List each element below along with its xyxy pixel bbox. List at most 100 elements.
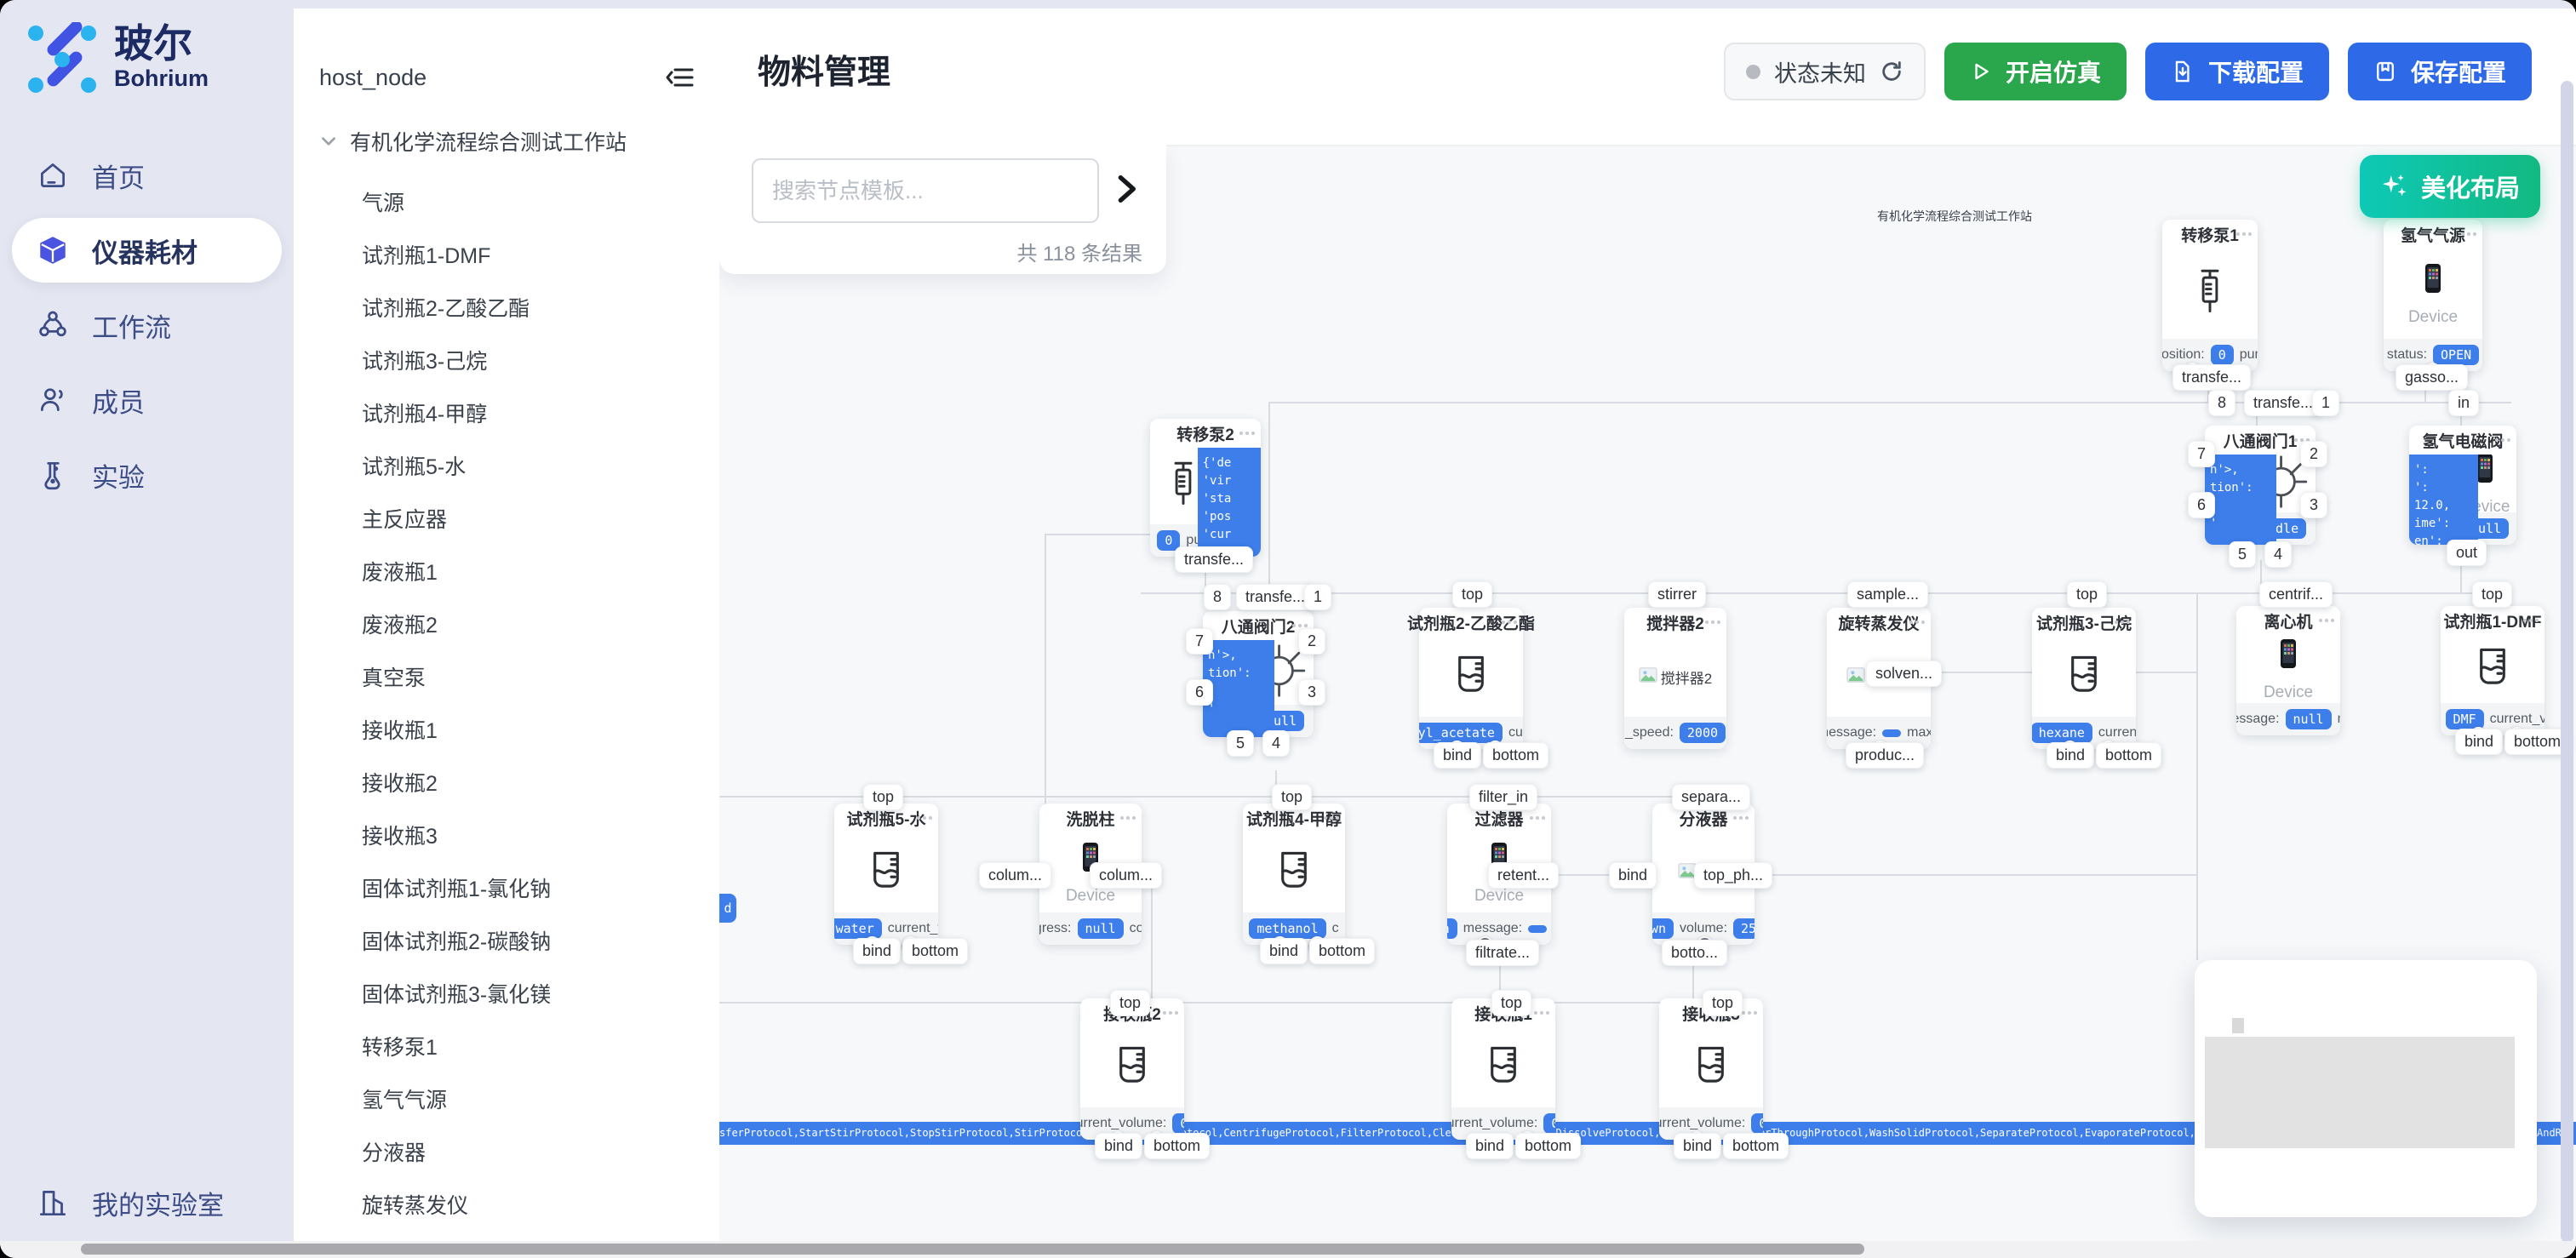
node-menu-icon[interactable] — [1742, 1011, 1757, 1015]
node-menu-icon[interactable] — [1534, 1011, 1549, 1015]
sidebar-item-my-lab[interactable]: 我的实验室 — [12, 1173, 282, 1232]
canvas-node-transfer-pump-2[interactable]: 转移泵20pump_info:{'de 'vir 'sta 'pos 'cur … — [1150, 419, 1261, 557]
port-label[interactable]: bottom — [1515, 1133, 1581, 1159]
canvas-node-hydrogen-gas-source[interactable]: 氢气气源Devicestatus:OPEN — [2384, 220, 2482, 371]
prop-value-pill[interactable]: wn — [1447, 918, 1457, 939]
port-label[interactable]: centrif... — [2259, 581, 2333, 608]
port-label[interactable]: 2 — [1298, 628, 1325, 655]
port-label[interactable]: 5 — [1227, 730, 1254, 757]
node-menu-icon[interactable] — [2319, 619, 2334, 622]
port-label[interactable]: 5 — [2229, 541, 2256, 568]
port-label[interactable]: retent... — [1488, 862, 1559, 889]
port-label[interactable]: bottom — [1723, 1133, 1789, 1159]
save-config-button[interactable]: 保存配置 — [2348, 43, 2532, 100]
prop-value-pill[interactable]: null — [1078, 918, 1124, 939]
port-label[interactable]: bind — [1434, 742, 1481, 769]
port-label[interactable]: top — [863, 784, 903, 810]
tree-root-item[interactable]: 有机化学流程综合测试工作站 — [319, 126, 627, 157]
port-label[interactable]: 7 — [1186, 628, 1213, 655]
canvas-node-eight-way-valve-1[interactable]: 八通阀门1status:Idlen'>, tion': ' — [2205, 426, 2316, 545]
canvas-node-eight-way-valve-2[interactable]: 八通阀门2status:nulln'>, tion': ' — [1203, 611, 1314, 737]
port-label[interactable]: out — [2447, 540, 2487, 566]
port-label[interactable]: bottom — [902, 938, 968, 964]
sidebar-item-experiments[interactable]: 实验 — [12, 443, 282, 507]
tree-item[interactable]: 接收瓶2 — [362, 756, 711, 809]
tree-item[interactable]: 试剂瓶2-乙酸乙酯 — [362, 281, 711, 334]
port-label[interactable]: bind — [1674, 1133, 1721, 1159]
tree-item[interactable]: 固体试剂瓶2-碳酸钠 — [362, 914, 711, 967]
port-label[interactable]: solven... — [1866, 660, 1942, 687]
prop-value-pill[interactable]: 250 — [1733, 918, 1755, 939]
port-label[interactable]: 1 — [1304, 584, 1331, 610]
port-label[interactable]: colum... — [1090, 862, 1162, 889]
node-menu-icon[interactable] — [2461, 232, 2476, 236]
tree-item[interactable]: 接收瓶3 — [362, 809, 711, 861]
tree-item[interactable]: 主反应器 — [362, 492, 711, 545]
port-label[interactable]: top — [1703, 990, 1743, 1016]
port-label[interactable]: bottom — [2096, 742, 2161, 769]
canvas-node-reagent-bottle-5-water[interactable]: 试剂瓶5-水watercurrent_v — [834, 803, 938, 945]
prop-value-pill[interactable]: null — [2286, 709, 2332, 729]
canvas-node-transfer-pump-1[interactable]: 转移泵1position:0pum — [2162, 220, 2258, 371]
port-label[interactable]: stirrer — [1648, 581, 1706, 608]
tree-item[interactable]: 试剂瓶4-甲醇 — [362, 386, 711, 439]
node-menu-icon[interactable] — [2495, 438, 2510, 442]
tree-item[interactable]: 废液瓶1 — [362, 545, 711, 598]
prop-value-pill[interactable]: hexane — [2032, 723, 2092, 743]
prop-value-pill[interactable]: hyl_acetate — [1419, 723, 1503, 743]
sidebar-item-members[interactable]: 成员 — [12, 368, 282, 432]
port-label[interactable]: transfe... — [2172, 364, 2251, 391]
search-submit-chevron-icon[interactable] — [1109, 172, 1143, 206]
port-label[interactable]: bind — [1260, 938, 1308, 964]
sidebar-item-workflow[interactable]: 工作流 — [12, 293, 282, 357]
port-label[interactable]: in — [2448, 390, 2479, 416]
port-label[interactable]: top — [2472, 581, 2512, 608]
port-label[interactable]: transfe... — [2244, 390, 2322, 416]
port-label[interactable]: 8 — [1204, 584, 1231, 610]
tree-item[interactable]: 转移泵1 — [362, 1020, 711, 1072]
port-label[interactable]: botto... — [1662, 940, 1727, 966]
node-menu-icon[interactable] — [1502, 620, 1517, 624]
prop-value-dash[interactable] — [1882, 729, 1901, 737]
canvas-node-reagent-bottle-3-hexane[interactable]: 试剂瓶3-己烷hexanecurren — [2032, 608, 2136, 749]
tree-item[interactable]: 固体试剂瓶1-氯化钠 — [362, 861, 711, 914]
sidebar-item-instruments[interactable]: 仪器耗材 — [12, 218, 282, 283]
port-label[interactable]: bind — [1095, 1133, 1142, 1159]
port-label[interactable]: top — [1272, 784, 1312, 810]
tree-item[interactable]: 真空泵 — [362, 650, 711, 703]
minimap[interactable] — [2195, 960, 2537, 1217]
vertical-scrollbar[interactable] — [2561, 81, 2573, 1243]
port-label[interactable]: bind — [2455, 729, 2503, 755]
node-menu-icon[interactable] — [1163, 1011, 1178, 1015]
port-label[interactable]: top — [2067, 581, 2107, 608]
tree-item[interactable]: 试剂瓶3-己烷 — [362, 334, 711, 386]
beautify-layout-button[interactable]: 美化布局 — [2360, 155, 2540, 218]
download-config-button[interactable]: 下载配置 — [2145, 43, 2329, 100]
node-menu-icon[interactable] — [1909, 620, 1925, 624]
port-label[interactable]: bottom — [1483, 742, 1548, 769]
port-label[interactable]: separa... — [1672, 784, 1750, 810]
sidebar-item-home[interactable]: 首页 — [12, 143, 282, 208]
prop-value-pill[interactable]: OPEN — [2433, 345, 2479, 365]
tree-item[interactable]: 分液器 — [362, 1125, 711, 1178]
tree-item[interactable]: 试剂瓶5-水 — [362, 439, 711, 492]
port-label[interactable]: bind — [1466, 1133, 1514, 1159]
port-label[interactable]: 4 — [1262, 730, 1290, 757]
node-menu-icon[interactable] — [1292, 624, 1308, 627]
prop-value-pill[interactable]: 0 — [1543, 1113, 1555, 1134]
node-menu-icon[interactable] — [1733, 816, 1749, 820]
port-label[interactable]: 1 — [2312, 390, 2339, 416]
port-label[interactable]: bind — [853, 938, 901, 964]
prop-value-pill[interactable]: 2000 — [1680, 723, 1726, 743]
port-label[interactable]: top — [1452, 581, 1492, 608]
prop-value-pill[interactable]: own — [1652, 918, 1674, 939]
port-label[interactable]: colum... — [979, 862, 1051, 889]
port-label[interactable]: top_ph... — [1694, 862, 1772, 889]
tree-item[interactable]: 旋转蒸发仪 — [362, 1178, 711, 1231]
tree-item[interactable]: 氢气气源 — [362, 1072, 711, 1125]
prop-value-pill[interactable]: water — [834, 918, 882, 939]
node-menu-icon[interactable] — [1324, 816, 1339, 820]
tree-item[interactable]: 接收瓶1 — [362, 703, 711, 756]
port-label[interactable]: bind — [2046, 742, 2094, 769]
port-label[interactable]: top — [1110, 990, 1150, 1016]
